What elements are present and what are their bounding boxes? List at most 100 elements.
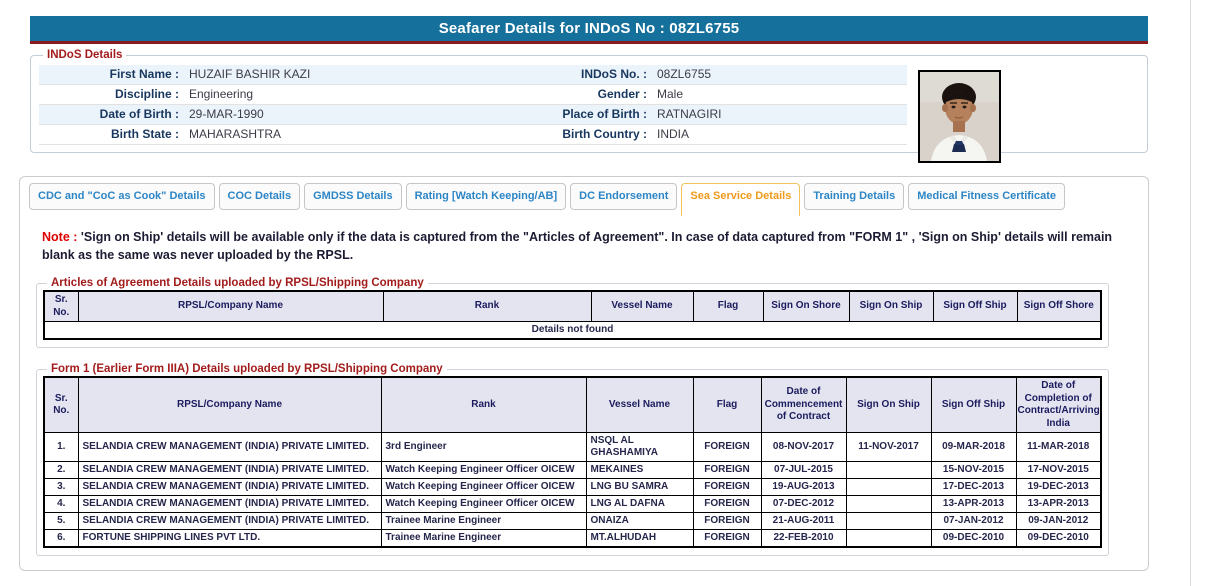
table-cell: Trainee Marine Engineer: [381, 513, 586, 530]
form1-details-section: Form 1 (Earlier Form IIIA) Details uploa…: [36, 363, 1109, 556]
table-cell: 08-NOV-2017: [761, 433, 846, 462]
tab-medical-fitness-certificate[interactable]: Medical Fitness Certificate: [908, 183, 1065, 210]
indos-details-section: INDoS Details First Name :HUZAIF BASHIR …: [30, 49, 1148, 153]
field-label: Discipline :: [39, 85, 187, 104]
column-header: Flag: [693, 377, 761, 433]
table-cell: 07-DEC-2012: [761, 496, 846, 513]
table-cell: 09-DEC-2010: [931, 530, 1016, 548]
column-header: Flag: [693, 291, 763, 322]
tab-bar: CDC and "CoC as Cook" DetailsCOC Details…: [20, 177, 1148, 217]
field-label: Date of Birth :: [39, 105, 187, 124]
table-cell: 07-JAN-2012: [931, 513, 1016, 530]
table-cell: 13-APR-2013: [1016, 496, 1101, 513]
articles-table-body: Details not found: [44, 322, 1101, 340]
table-cell: 3.: [44, 479, 78, 496]
field-label: Place of Birth :: [455, 105, 655, 124]
table-cell: FORTUNE SHIPPING LINES PVT LTD.: [78, 530, 381, 548]
indos-field-rows: First Name :HUZAIF BASHIR KAZIINDoS No. …: [39, 65, 907, 145]
table-cell: SELANDIA CREW MANAGEMENT (INDIA) PRIVATE…: [78, 479, 381, 496]
field-value: INDIA: [655, 125, 907, 144]
table-row: 1.SELANDIA CREW MANAGEMENT (INDIA) PRIVA…: [44, 433, 1101, 462]
column-header: Sign On Ship: [846, 377, 931, 433]
table-cell: MEKAINES: [586, 462, 693, 479]
table-cell: 2.: [44, 462, 78, 479]
table-cell: 13-APR-2013: [931, 496, 1016, 513]
field-value: Engineering: [187, 85, 455, 104]
form1-details-table: Sr. No.RPSL/Company NameRankVessel NameF…: [43, 376, 1102, 548]
column-header: Sign Off Ship: [933, 291, 1017, 322]
table-cell: [846, 479, 931, 496]
table-cell: [846, 530, 931, 548]
table-cell: [846, 496, 931, 513]
table-cell: 17-DEC-2013: [931, 479, 1016, 496]
table-cell: 21-AUG-2011: [761, 513, 846, 530]
table-row: 2.SELANDIA CREW MANAGEMENT (INDIA) PRIVA…: [44, 462, 1101, 479]
column-header: Rank: [383, 291, 591, 322]
field-row: Date of Birth :29-MAR-1990Place of Birth…: [39, 105, 907, 125]
table-cell: 3rd Engineer: [381, 433, 586, 462]
column-header: Sr. No.: [44, 377, 78, 433]
tab-coc-details[interactable]: COC Details: [219, 183, 301, 210]
field-value: 08ZL6755: [655, 65, 907, 84]
articles-of-agreement-table: Sr. No.RPSL/Company NameRankVessel NameF…: [43, 290, 1102, 340]
field-label: First Name :: [39, 65, 187, 84]
note-text: Note : 'Sign on Ship' details will be av…: [42, 229, 1132, 264]
tab-gmdss-details[interactable]: GMDSS Details: [304, 183, 401, 210]
field-label: Birth State :: [39, 125, 187, 144]
table-cell: SELANDIA CREW MANAGEMENT (INDIA) PRIVATE…: [78, 462, 381, 479]
table-cell: FOREIGN: [693, 496, 761, 513]
table-cell: NSQL AL GHASHAMIYA: [586, 433, 693, 462]
field-row: Discipline :EngineeringGender :Male: [39, 85, 907, 105]
field-row: First Name :HUZAIF BASHIR KAZIINDoS No. …: [39, 65, 907, 85]
table-row: 6.FORTUNE SHIPPING LINES PVT LTD.Trainee…: [44, 530, 1101, 548]
table-cell: Watch Keeping Engineer Officer OICEW: [381, 479, 586, 496]
table-row: 5.SELANDIA CREW MANAGEMENT (INDIA) PRIVA…: [44, 513, 1101, 530]
field-value: RATNAGIRI: [655, 105, 907, 124]
table-cell: 09-DEC-2010: [1016, 530, 1101, 548]
table-cell: 11-NOV-2017: [846, 433, 931, 462]
field-row: Birth State :MAHARASHTRABirth Country :I…: [39, 125, 907, 145]
table-row: 4.SELANDIA CREW MANAGEMENT (INDIA) PRIVA…: [44, 496, 1101, 513]
table-cell: [846, 513, 931, 530]
column-header: Sign Off Shore: [1017, 291, 1101, 322]
table-cell: 19-DEC-2013: [1016, 479, 1101, 496]
tab-sea-service-details[interactable]: Sea Service Details: [681, 183, 800, 216]
table-cell: 19-AUG-2013: [761, 479, 846, 496]
table-cell: MT.ALHUDAH: [586, 530, 693, 548]
details-not-found-message: Details not found: [44, 322, 1101, 340]
table-cell: FOREIGN: [693, 462, 761, 479]
table-cell: 1.: [44, 433, 78, 462]
table-cell: LNG BU SAMRA: [586, 479, 693, 496]
note-prefix: Note :: [42, 230, 77, 244]
tab-dc-endorsement[interactable]: DC Endorsement: [570, 183, 677, 210]
table-cell: FOREIGN: [693, 479, 761, 496]
table-cell: [846, 462, 931, 479]
field-value: Male: [655, 85, 907, 104]
form1-table-legend: Form 1 (Earlier Form IIIA) Details uploa…: [47, 363, 447, 375]
column-header: Sign Off Ship: [931, 377, 1016, 433]
table-cell: Watch Keeping Engineer Officer OICEW: [381, 496, 586, 513]
table-header-row: Sr. No.RPSL/Company NameRankVessel NameF…: [44, 291, 1101, 322]
seafarer-photo-image: [920, 72, 999, 161]
table-cell: 5.: [44, 513, 78, 530]
column-header: Date of Completion of Contract/Arriving …: [1016, 377, 1101, 433]
table-cell: SELANDIA CREW MANAGEMENT (INDIA) PRIVATE…: [78, 496, 381, 513]
tab-rating-watch-keeping-ab[interactable]: Rating [Watch Keeping/AB]: [406, 183, 567, 210]
table-cell: Watch Keeping Engineer Officer OICEW: [381, 462, 586, 479]
indos-details-legend: INDoS Details: [43, 49, 126, 61]
column-header: Vessel Name: [591, 291, 693, 322]
tab-cdc-and-coc-as-cook-details[interactable]: CDC and "CoC as Cook" Details: [29, 183, 215, 210]
column-header: Sr. No.: [44, 291, 78, 322]
field-value: HUZAIF BASHIR KAZI: [187, 65, 455, 84]
field-label: INDoS No. :: [455, 65, 655, 84]
column-header: Date of Commencement of Contract: [761, 377, 846, 433]
table-cell: FOREIGN: [693, 530, 761, 548]
articles-table-head: Sr. No.RPSL/Company NameRankVessel NameF…: [44, 291, 1101, 322]
column-header: Vessel Name: [586, 377, 693, 433]
tab-training-details[interactable]: Training Details: [804, 183, 904, 210]
column-header: RPSL/Company Name: [78, 291, 383, 322]
table-cell: 17-NOV-2015: [1016, 462, 1101, 479]
tab-content-panel: CDC and "CoC as Cook" DetailsCOC Details…: [19, 176, 1149, 571]
table-row: Details not found: [44, 322, 1101, 340]
form1-table-body: 1.SELANDIA CREW MANAGEMENT (INDIA) PRIVA…: [44, 433, 1101, 548]
